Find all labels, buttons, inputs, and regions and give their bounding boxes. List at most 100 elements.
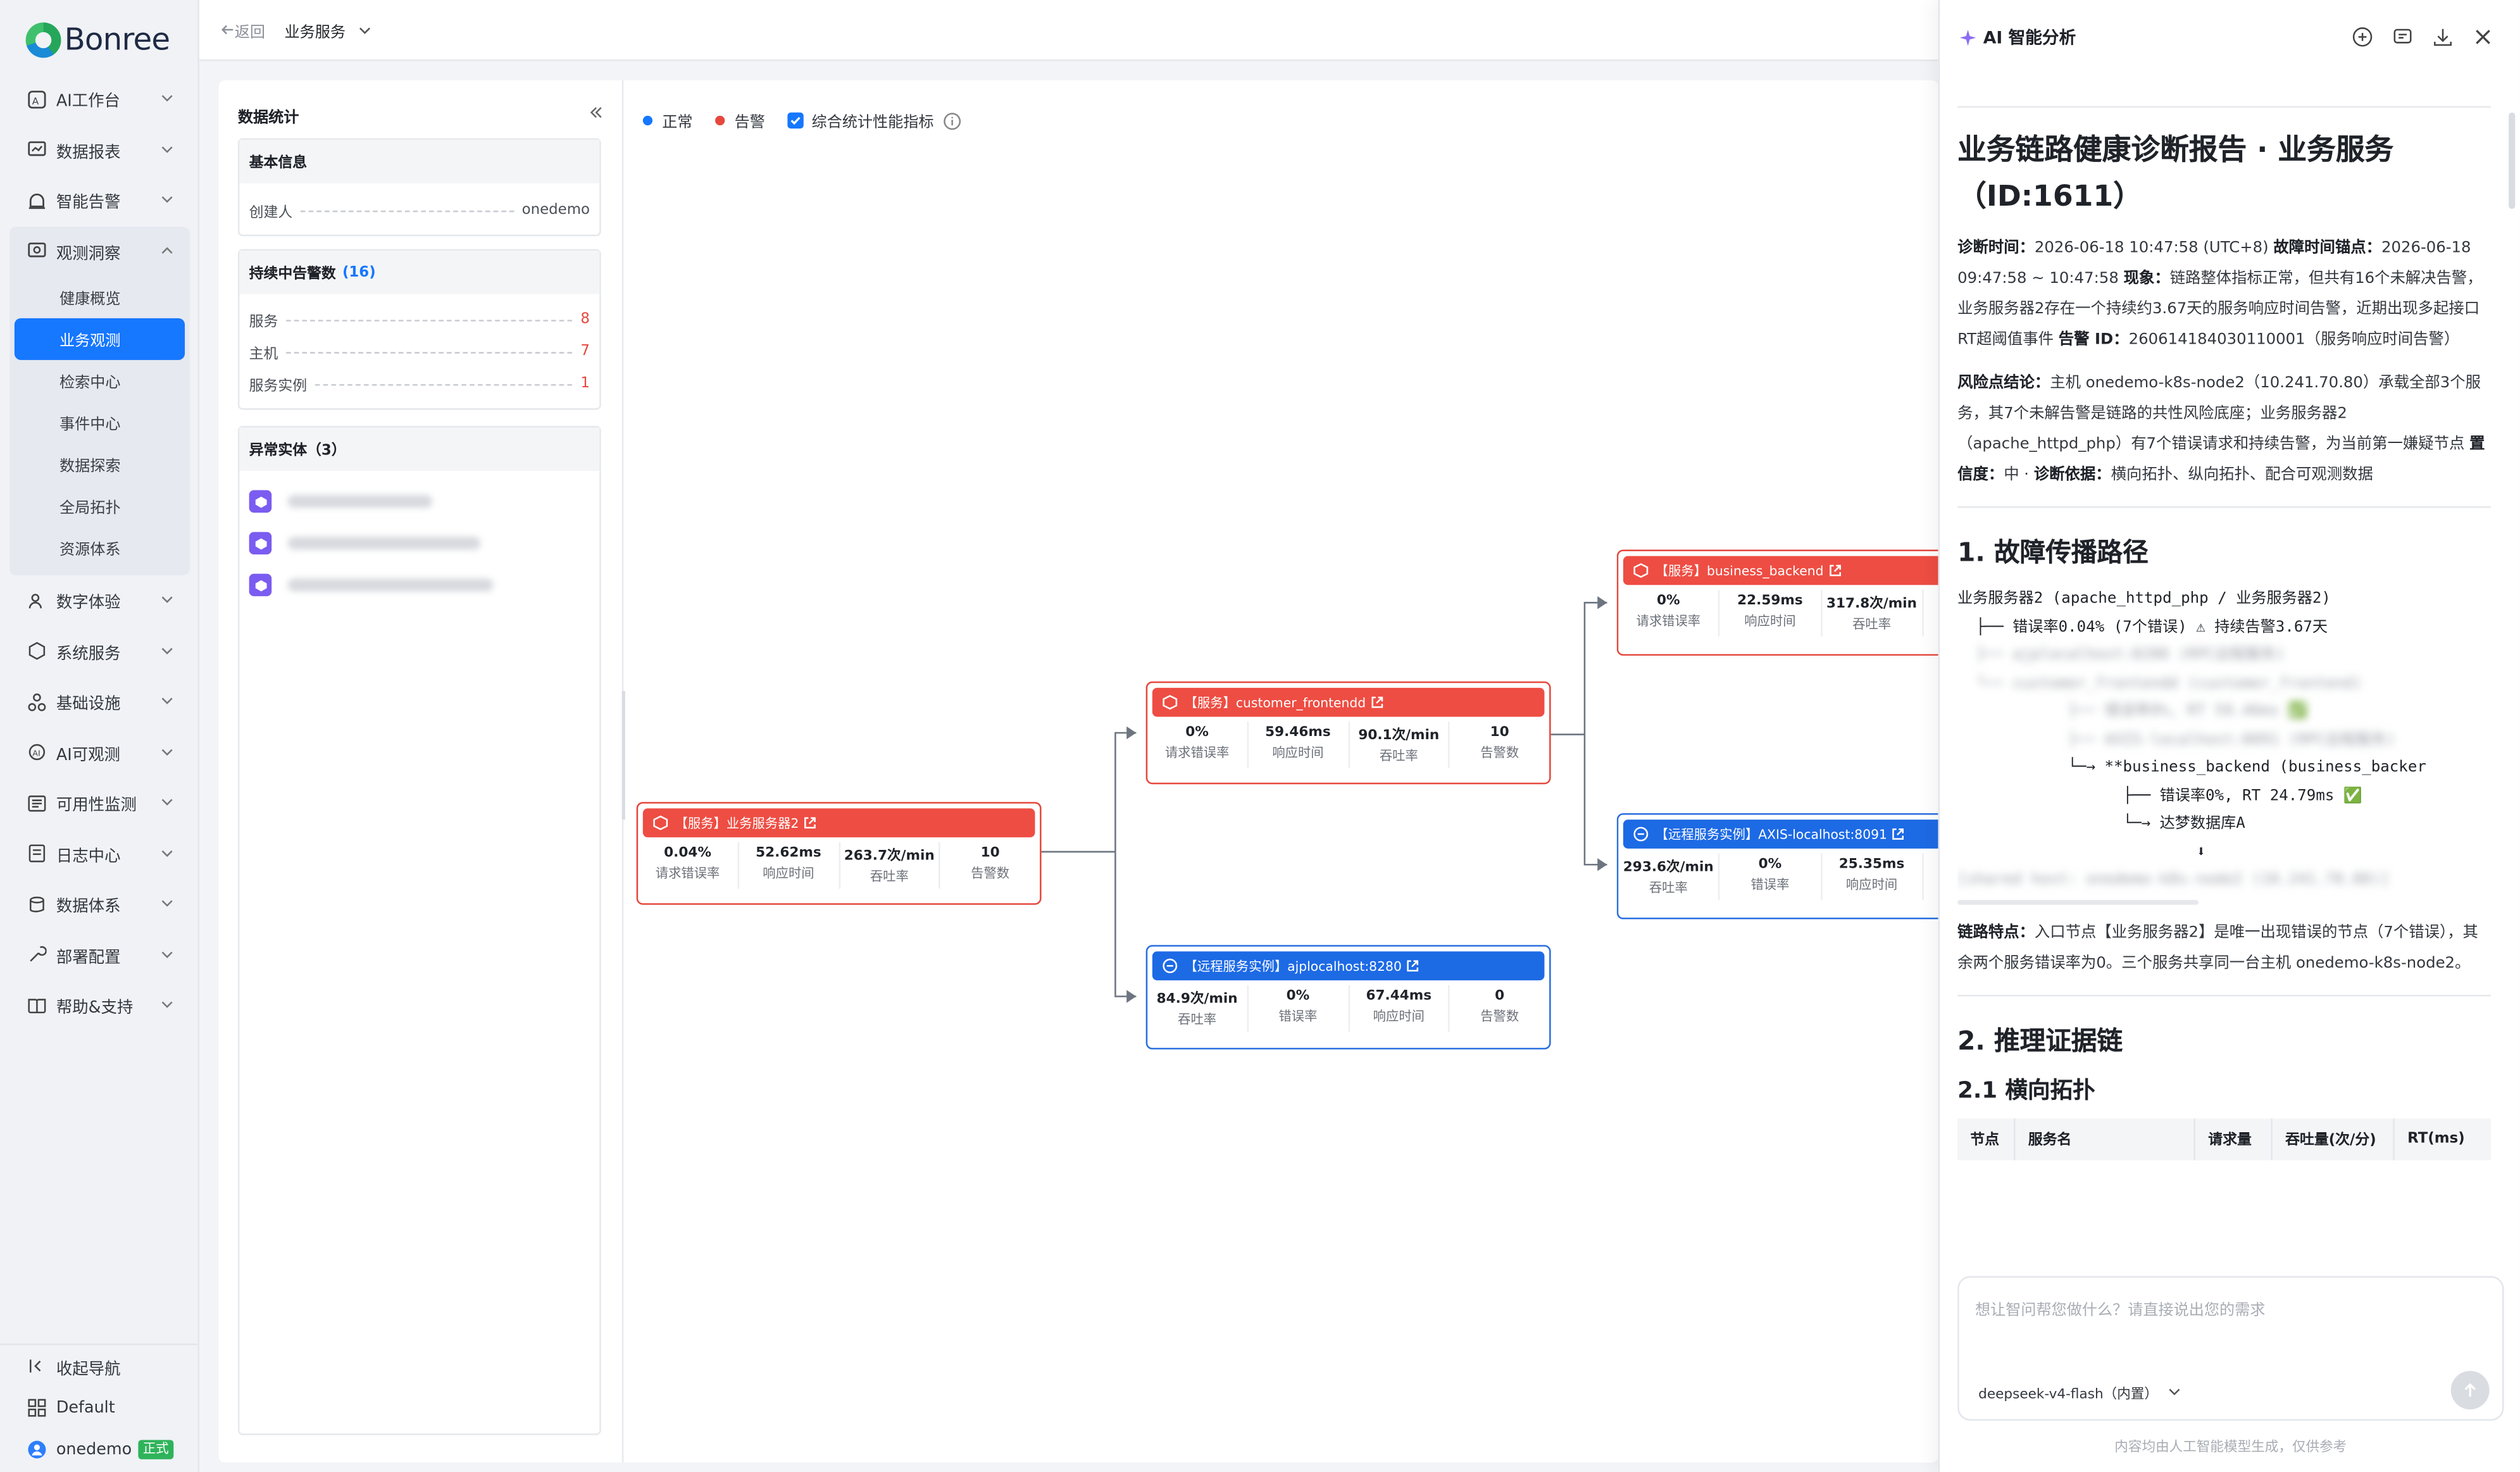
external-link-icon[interactable]	[1406, 959, 1419, 972]
nav-item-reports[interactable]: 数据报表	[0, 125, 199, 175]
sub-item-explore[interactable]: 数据探索	[15, 444, 185, 485]
download-icon[interactable]	[2431, 26, 2454, 49]
page-title-select[interactable]: 业务服务	[285, 18, 371, 41]
chevron-up-icon	[161, 246, 173, 253]
chevron-down-icon	[161, 196, 173, 203]
service-icon	[1163, 695, 1178, 710]
log-icon	[26, 844, 47, 864]
section-evidence-chain: 2. 推理证据链	[1957, 1024, 2123, 1056]
redacted-line: └── customer_frontendd (customer_fronten…	[1957, 674, 2362, 692]
sidebar: Bonree A AI工作台 数据报表 智能告警 观测洞察 健康概览 业务观测 检…	[0, 0, 199, 1472]
nav-item-logs[interactable]: 日志中心	[0, 828, 199, 879]
nav-item-digital-experience[interactable]: 数字体验	[0, 575, 199, 626]
nav-item-help[interactable]: 帮助&支持	[0, 980, 199, 1031]
wrench-icon	[26, 945, 47, 966]
ai-chat-input[interactable]: 想让智问帮您做什么？请直接说出您的需求 deepseek-v4-flash（内置…	[1957, 1276, 2504, 1421]
nav-item-deploy[interactable]: 部署配置	[0, 930, 199, 980]
ai-observe-icon: AI	[26, 742, 47, 763]
nav-item-system-service[interactable]: 系统服务	[0, 626, 199, 677]
chevron-down-icon	[161, 647, 173, 654]
ai-panel-title: AI 智能分析	[1983, 28, 2076, 49]
workspace-switch[interactable]: Default	[0, 1387, 199, 1429]
close-icon[interactable]	[2472, 26, 2495, 49]
external-link-icon[interactable]	[1371, 696, 1383, 709]
section-lateral-topology: 2.1 横向拓扑	[1957, 1077, 2095, 1104]
ai-workbench-icon: A	[26, 89, 47, 109]
redacted-line: ├── AXIS-localhost:8091 (RPC远程服务)	[1957, 730, 2396, 749]
collapse-icon	[26, 1356, 47, 1376]
chevron-down-icon	[161, 596, 173, 603]
topology-node-axis-localhost[interactable]: 【远程服务实例】AXIS-localhost:8091 293.6次/min 吞吐…	[1616, 813, 1938, 920]
sub-item-health[interactable]: 健康概览	[15, 277, 185, 318]
report-risk-conclusion: 风险点结论：主机 onedemo-k8s-node2（10.241.70.80）…	[1957, 374, 2485, 484]
data-icon	[26, 894, 47, 915]
nav-item-ai-observe[interactable]: AI AI可观测	[0, 727, 199, 778]
avatar	[26, 1439, 47, 1460]
nav-item-ai-workbench[interactable]: A AI工作台	[0, 74, 199, 125]
redacted-line: ├── 错误率0%, RT 59.46ms ✅	[1957, 702, 2307, 720]
nav-group-observe: 观测洞察 健康概览 业务观测 检索中心 事件中心 数据探索 全局拓扑 资源体系	[9, 225, 190, 576]
report-icon	[26, 139, 47, 160]
chevron-down-icon	[359, 27, 371, 34]
chevron-down-icon	[161, 1001, 173, 1008]
chevron-down-icon	[161, 748, 173, 755]
collapse-nav-button[interactable]: 收起导航	[0, 1345, 199, 1387]
nav-item-availability[interactable]: 可用性监测	[0, 778, 199, 828]
code-scrollbar[interactable]	[1957, 899, 2199, 904]
sub-item-resources[interactable]: 资源体系	[15, 527, 185, 569]
sparkle-icon	[1959, 29, 1976, 46]
remote-instance-icon	[1163, 958, 1178, 973]
chevron-down-icon	[161, 849, 173, 856]
people-icon	[26, 590, 47, 611]
arrow-left-icon	[221, 25, 234, 35]
env-tag: 正式	[138, 1440, 174, 1459]
book-icon	[26, 995, 47, 1016]
service-icon	[1633, 563, 1649, 578]
ai-disclaimer: 内容均由人工智能模型生成，仅供参考	[2114, 1440, 2347, 1456]
sub-item-topology[interactable]: 全局拓扑	[15, 485, 185, 527]
redacted-line: ├── ajplocalhost:8280 (RPC远程服务)	[1957, 646, 2285, 664]
sub-item-business-observe[interactable]: 业务观测	[14, 318, 185, 360]
monitor-icon	[26, 793, 47, 814]
external-link-icon[interactable]	[1828, 564, 1841, 577]
sub-item-search[interactable]: 检索中心	[15, 360, 185, 402]
topology-edges	[621, 596, 1607, 1003]
external-link-icon[interactable]	[804, 816, 816, 829]
section-propagation-path: 1. 故障传播路径	[1957, 537, 2149, 568]
chevron-down-icon	[161, 900, 173, 907]
service-icon	[653, 815, 668, 830]
nav-item-infrastructure[interactable]: 基础设施	[0, 677, 199, 727]
chat-input-placeholder: 想让智问帮您做什么？请直接说出您的需求	[1975, 1301, 2266, 1319]
send-button[interactable]	[2450, 1371, 2490, 1410]
new-chat-icon[interactable]	[2351, 26, 2374, 49]
logo-icon	[25, 22, 61, 58]
chevron-down-icon	[161, 697, 173, 704]
report-chain-feature: 链路特点：入口节点【业务服务器2】是唯一出现错误的节点（7个错误），其余两个服务…	[1957, 923, 2478, 972]
redacted-line: [shared host: onedemo-k8s-node2 (10.241.…	[1957, 871, 2390, 889]
nav-item-data-system[interactable]: 数据体系	[0, 879, 199, 930]
topology-node-ajplocalhost[interactable]: 【远程服务实例】ajplocalhost:8280 84.9次/min 吞吐率 0…	[1145, 945, 1551, 1050]
grid-icon	[26, 1397, 47, 1418]
brand-logo[interactable]: Bonree	[25, 19, 170, 61]
nav-item-alerts[interactable]: 智能告警	[0, 175, 199, 226]
sub-item-events[interactable]: 事件中心	[15, 402, 185, 444]
arrow-up-icon	[2464, 1383, 2476, 1397]
history-icon[interactable]	[2392, 26, 2414, 49]
user-menu[interactable]: onedemo 正式	[0, 1429, 199, 1471]
svg-text:AI: AI	[32, 749, 39, 758]
topology-node-business-server2[interactable]: 【服务】业务服务器2 0.04% 请求错误率 52.62ms 响应时间 263.7次…	[636, 802, 1042, 905]
model-select[interactable]: deepseek-v4-flash（内置）	[1978, 1384, 2180, 1403]
report-scrollbar[interactable]	[2509, 112, 2516, 209]
sidebar-footer: 收起导航 Default onedemo 正式	[0, 1344, 199, 1471]
infra-icon	[26, 692, 47, 713]
back-button[interactable]: 返回	[220, 18, 265, 41]
topology-node-business-backend[interactable]: 【服务】business_backend 0% 请求错误率 22.59ms 响应时间…	[1616, 549, 1938, 656]
observe-icon	[26, 240, 47, 261]
chevron-down-icon	[2168, 1388, 2180, 1395]
alarm-icon	[26, 190, 47, 211]
nav-item-observe[interactable]: 观测洞察	[9, 226, 189, 277]
topology-node-customer-frontendd[interactable]: 【服务】customer_frontendd 0% 请求错误率 59.46ms 响应…	[1145, 681, 1551, 785]
external-link-icon[interactable]	[1892, 828, 1905, 840]
chevron-down-icon	[161, 799, 173, 806]
lateral-topology-table-header: 节点 服务名 请求量 吞吐量(次/分) RT(ms)	[1957, 1118, 2492, 1160]
